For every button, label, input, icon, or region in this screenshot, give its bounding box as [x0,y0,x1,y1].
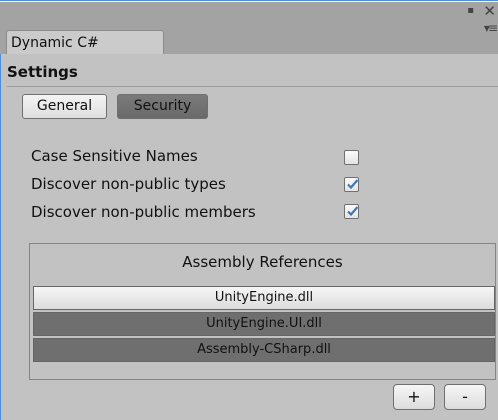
add-reference-button[interactable]: + [393,384,435,410]
header-divider [7,86,498,87]
context-menu-icon[interactable]: ▾≡ [484,21,498,35]
close-icon[interactable]: ✕ [483,2,496,20]
editor-window: Dynamic C# ▪ ✕ ▾≡ Settings General Secur… [0,0,498,420]
discover-non-public-types-checkbox[interactable] [344,177,359,192]
window-tab-dynamic-csharp[interactable]: Dynamic C# [6,30,164,55]
window-tab-label: Dynamic C# [11,35,99,51]
assembly-list-item-unityengine-ui[interactable]: UnityEngine.UI.dll [33,312,495,336]
settings-header: Settings [7,63,78,81]
checkmark-icon [347,179,359,190]
case-sensitive-names-checkbox[interactable] [344,150,359,165]
option-discover-non-public-members-label: Discover non-public members [31,203,256,221]
assembly-references-list: UnityEngine.dll UnityEngine.UI.dll Assem… [33,286,495,364]
maximize-icon[interactable]: ▪ [467,5,474,16]
assembly-references-title: Assembly References [182,253,343,271]
window-titlebar: Dynamic C# ▪ ✕ ▾≡ [0,2,498,55]
assembly-list-item-unityengine[interactable]: UnityEngine.dll [33,286,495,310]
checkmark-icon [347,206,359,217]
discover-non-public-members-checkbox[interactable] [344,204,359,219]
option-case-sensitive-names-label: Case Sensitive Names [31,147,198,165]
assembly-references-box: Assembly References UnityEngine.dll Unit… [29,243,496,380]
assembly-list-item-assembly-csharp[interactable]: Assembly-CSharp.dll [33,338,495,362]
remove-reference-button[interactable]: - [444,384,486,410]
window-controls: ▪ ✕ ▾≡ [458,2,498,45]
tab-security[interactable]: Security [117,94,208,119]
settings-panel: Settings General Security Case Sensitive… [0,54,498,420]
tab-general[interactable]: General [22,94,107,119]
option-discover-non-public-types-label: Discover non-public types [31,175,226,193]
